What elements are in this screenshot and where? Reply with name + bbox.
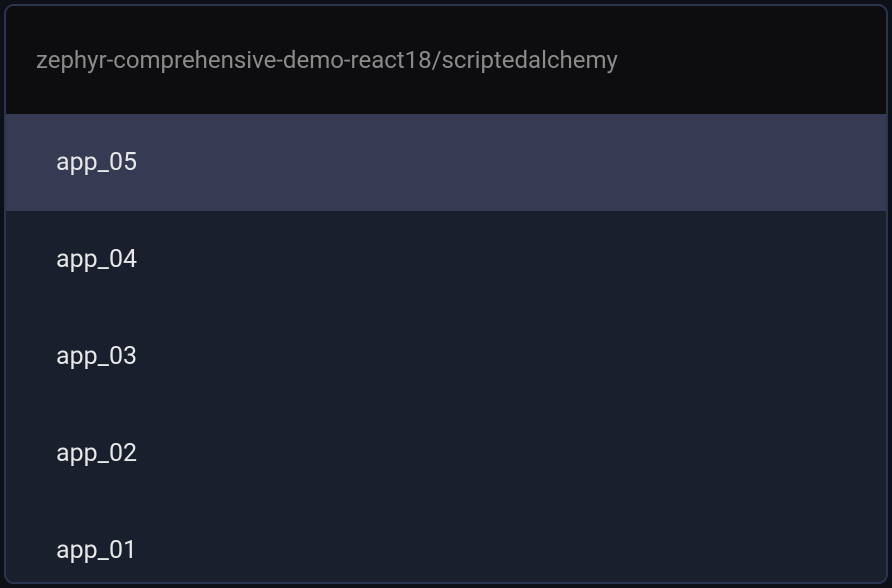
header-title: zephyr-comprehensive-demo-react18/script… xyxy=(36,46,618,74)
dropdown-panel: zephyr-comprehensive-demo-react18/script… xyxy=(4,4,888,584)
dropdown-list: app_05 app_04 app_03 app_02 app_01 xyxy=(6,114,886,584)
list-item[interactable]: app_01 xyxy=(6,502,886,584)
list-item[interactable]: app_02 xyxy=(6,405,886,502)
list-item-label: app_01 xyxy=(56,536,137,565)
list-item-label: app_03 xyxy=(56,342,137,371)
dropdown-header: zephyr-comprehensive-demo-react18/script… xyxy=(6,6,886,114)
list-item-label: app_04 xyxy=(56,245,137,274)
list-item-label: app_05 xyxy=(56,148,137,177)
list-item[interactable]: app_03 xyxy=(6,308,886,405)
list-item[interactable]: app_04 xyxy=(6,211,886,308)
list-item[interactable]: app_05 xyxy=(6,114,886,211)
list-item-label: app_02 xyxy=(56,439,137,468)
